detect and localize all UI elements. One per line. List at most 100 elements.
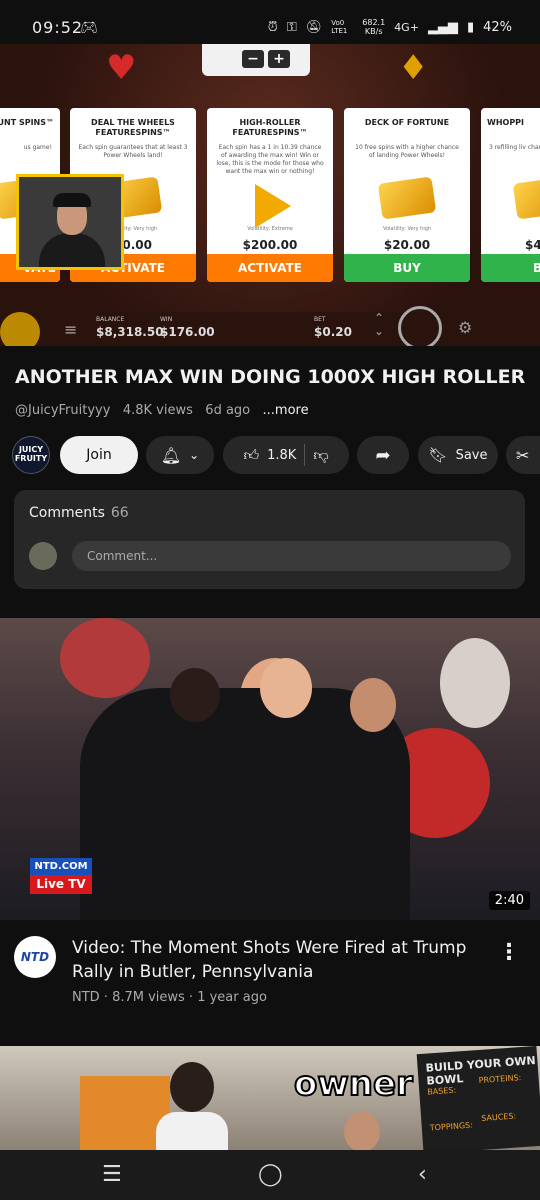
thumbs-up-icon: 👍︎ — [243, 445, 260, 464]
scissors-icon: ✂︎ — [516, 445, 530, 465]
streamer-webcam — [16, 174, 124, 270]
key-icon: ⚿ — [286, 19, 297, 35]
like-count: 1.8K — [267, 447, 297, 463]
video-thumbnail[interactable]: owner BUILD YOUR OWN BOWL BASES: PROTEIN… — [0, 1046, 540, 1150]
battery-icon: ▮ — [466, 19, 475, 35]
alarm-icon: ⏰︎ — [267, 19, 278, 35]
person-head — [344, 1112, 380, 1150]
card-cta[interactable]: ACTIVATE — [207, 254, 333, 282]
channel-avatar[interactable]: JUICY FRUITY — [12, 436, 50, 474]
more-options-icon[interactable]: ⋮ — [498, 940, 520, 966]
ntd-badge-bottom: Live TV — [30, 875, 92, 894]
card-desc: 10 free spins with a higher chance of la… — [355, 144, 459, 159]
menu-icon[interactable]: ≡ — [64, 320, 77, 339]
agent-head — [170, 668, 220, 722]
card-desc: 3 refilling liv chance of lan — [489, 144, 540, 151]
card-title: DEAL THE WHEELS FEATURESPINS™ — [91, 118, 175, 137]
more-link[interactable]: ...more — [263, 403, 309, 418]
bet-value: $0.20 — [314, 325, 352, 339]
card-title: HIGH-ROLLER FEATURESPINS™ — [232, 118, 308, 137]
feature-card-whopping[interactable]: WHOPPI 3 refilling liv chance of lan $4 … — [481, 108, 540, 282]
settings-icon[interactable]: ⚙︎ — [458, 318, 472, 337]
bell-icon: 🔔︎ — [160, 445, 182, 465]
save-button[interactable]: 🔖︎ Save — [418, 436, 498, 474]
menu-board: BUILD YOUR OWN BOWL BASES: PROTEINS: TOP… — [416, 1046, 540, 1150]
card-cta[interactable]: B — [481, 254, 540, 282]
video-title[interactable]: Video: The Moment Shots Were Fired at Tr… — [72, 936, 492, 984]
spin-button[interactable] — [398, 306, 442, 346]
save-label: Save — [455, 447, 488, 463]
share-button[interactable]: ➦ — [357, 436, 409, 474]
ntd-channel-avatar[interactable]: NTD — [14, 936, 56, 978]
bookmark-icon: 🔖︎ — [428, 446, 448, 464]
back-icon[interactable]: ‹ — [418, 1162, 427, 1187]
crowd-figure — [60, 618, 150, 698]
feature-logo — [512, 176, 540, 220]
chevron-down-icon: ⌄ — [189, 448, 200, 462]
like-dislike-group: 👍︎ 1.8K 👎︎ — [223, 436, 349, 474]
game-controller-icon: 🎮︎ — [80, 20, 98, 36]
win-value: $176.00 — [160, 325, 215, 339]
bet-label: BET — [314, 316, 326, 323]
crowd-figure — [440, 638, 510, 728]
battery-level: 42% — [483, 19, 512, 35]
card-price: $200.00 — [242, 238, 298, 252]
ntd-live-badge: NTD.COM Live TV — [30, 858, 92, 894]
signal-icon: ▂▄▆ — [427, 19, 458, 35]
notifications-button[interactable]: 🔔︎ ⌄ — [146, 436, 214, 474]
view-count: 4.8K views — [122, 403, 193, 418]
feature-logo — [377, 176, 437, 220]
join-button[interactable]: Join — [60, 436, 138, 474]
bet-stepper-icon[interactable]: ⌃ ⌄ — [374, 312, 384, 338]
person-head — [170, 1062, 214, 1112]
thumbs-down-icon[interactable]: 👎︎ — [313, 446, 328, 465]
balance-label: BALANCE — [96, 316, 125, 323]
board-item: TOPPINGS: — [429, 1120, 474, 1133]
card-volatility: Volatility: Extreme — [247, 226, 293, 232]
video-meta[interactable]: @JuicyFruityyy 4.8K views 6d ago ...more — [15, 403, 309, 418]
card-volatility: Volatility: Very high — [382, 226, 432, 232]
like-button[interactable]: 👍︎ 1.8K — [243, 446, 296, 465]
system-nav-bar: ☰ ◯ ‹ — [0, 1150, 540, 1200]
agent-head — [260, 658, 312, 718]
card-title: DECK OF FORTUNE — [364, 118, 450, 127]
video-player[interactable]: ♥ ♦ − + HUNT SPINS™ us game! 60 VATE DEA… — [0, 44, 540, 346]
channel-handle[interactable]: @JuicyFruityyy — [15, 403, 110, 418]
heart-suit-icon: ♥ — [106, 48, 137, 88]
diamond-suit-icon: ♦ — [398, 48, 429, 88]
board-item: SAUCES: — [480, 1111, 517, 1123]
recent-apps-icon[interactable]: ☰ — [102, 1162, 122, 1187]
comments-header: Comments 66 — [29, 505, 129, 521]
video-title[interactable]: ANOTHER MAX WIN DOING 1000X HIGH ROLLER … — [15, 366, 530, 388]
card-desc: Each spin has a 1 in 10.39 chance of awa… — [216, 144, 324, 175]
minus-button[interactable]: − — [242, 50, 264, 68]
card-title: HUNT SPINS™ — [0, 118, 54, 127]
card-price: $20.00 — [383, 238, 431, 252]
plus-button[interactable]: + — [268, 50, 290, 68]
feature-card-high-roller[interactable]: HIGH-ROLLER FEATURESPINS™ Each spin has … — [207, 108, 333, 282]
comment-input[interactable]: Comment... — [72, 541, 511, 571]
buy-bonus-coin[interactable] — [0, 312, 40, 346]
feature-logo — [255, 184, 291, 228]
video-duration: 2:40 — [488, 891, 530, 910]
comments-panel[interactable]: Comments 66 Comment... — [14, 490, 525, 589]
overlay-text: owner — [293, 1063, 414, 1105]
card-cta[interactable]: BUY — [344, 254, 470, 282]
person-body — [156, 1112, 228, 1150]
status-time: 09:52 — [32, 18, 84, 37]
network-type: 4G+ — [394, 20, 419, 34]
comments-count: 66 — [110, 505, 129, 521]
board-item: BASES: — [427, 1085, 457, 1097]
card-title: WHOPPI — [487, 118, 525, 127]
card-desc: Each spin guarantees that at least 3 Pow… — [78, 144, 188, 159]
comments-label: Comments — [29, 505, 105, 521]
mute-icon: 🔕︎ — [305, 19, 323, 35]
clip-button[interactable]: ✂︎ — [506, 436, 540, 474]
video-meta: NTD · 8.7M views · 1 year ago — [72, 990, 267, 1005]
net-speed: 682.1 KB/s — [362, 18, 386, 36]
feature-card-deck-of-fortune[interactable]: DECK OF FORTUNE 10 free spins with a hig… — [344, 108, 470, 282]
like-divider — [304, 444, 306, 466]
webcam-body — [39, 233, 105, 267]
home-icon[interactable]: ◯ — [258, 1162, 283, 1187]
video-thumbnail[interactable]: NTD.COM Live TV 2:40 — [0, 618, 540, 920]
